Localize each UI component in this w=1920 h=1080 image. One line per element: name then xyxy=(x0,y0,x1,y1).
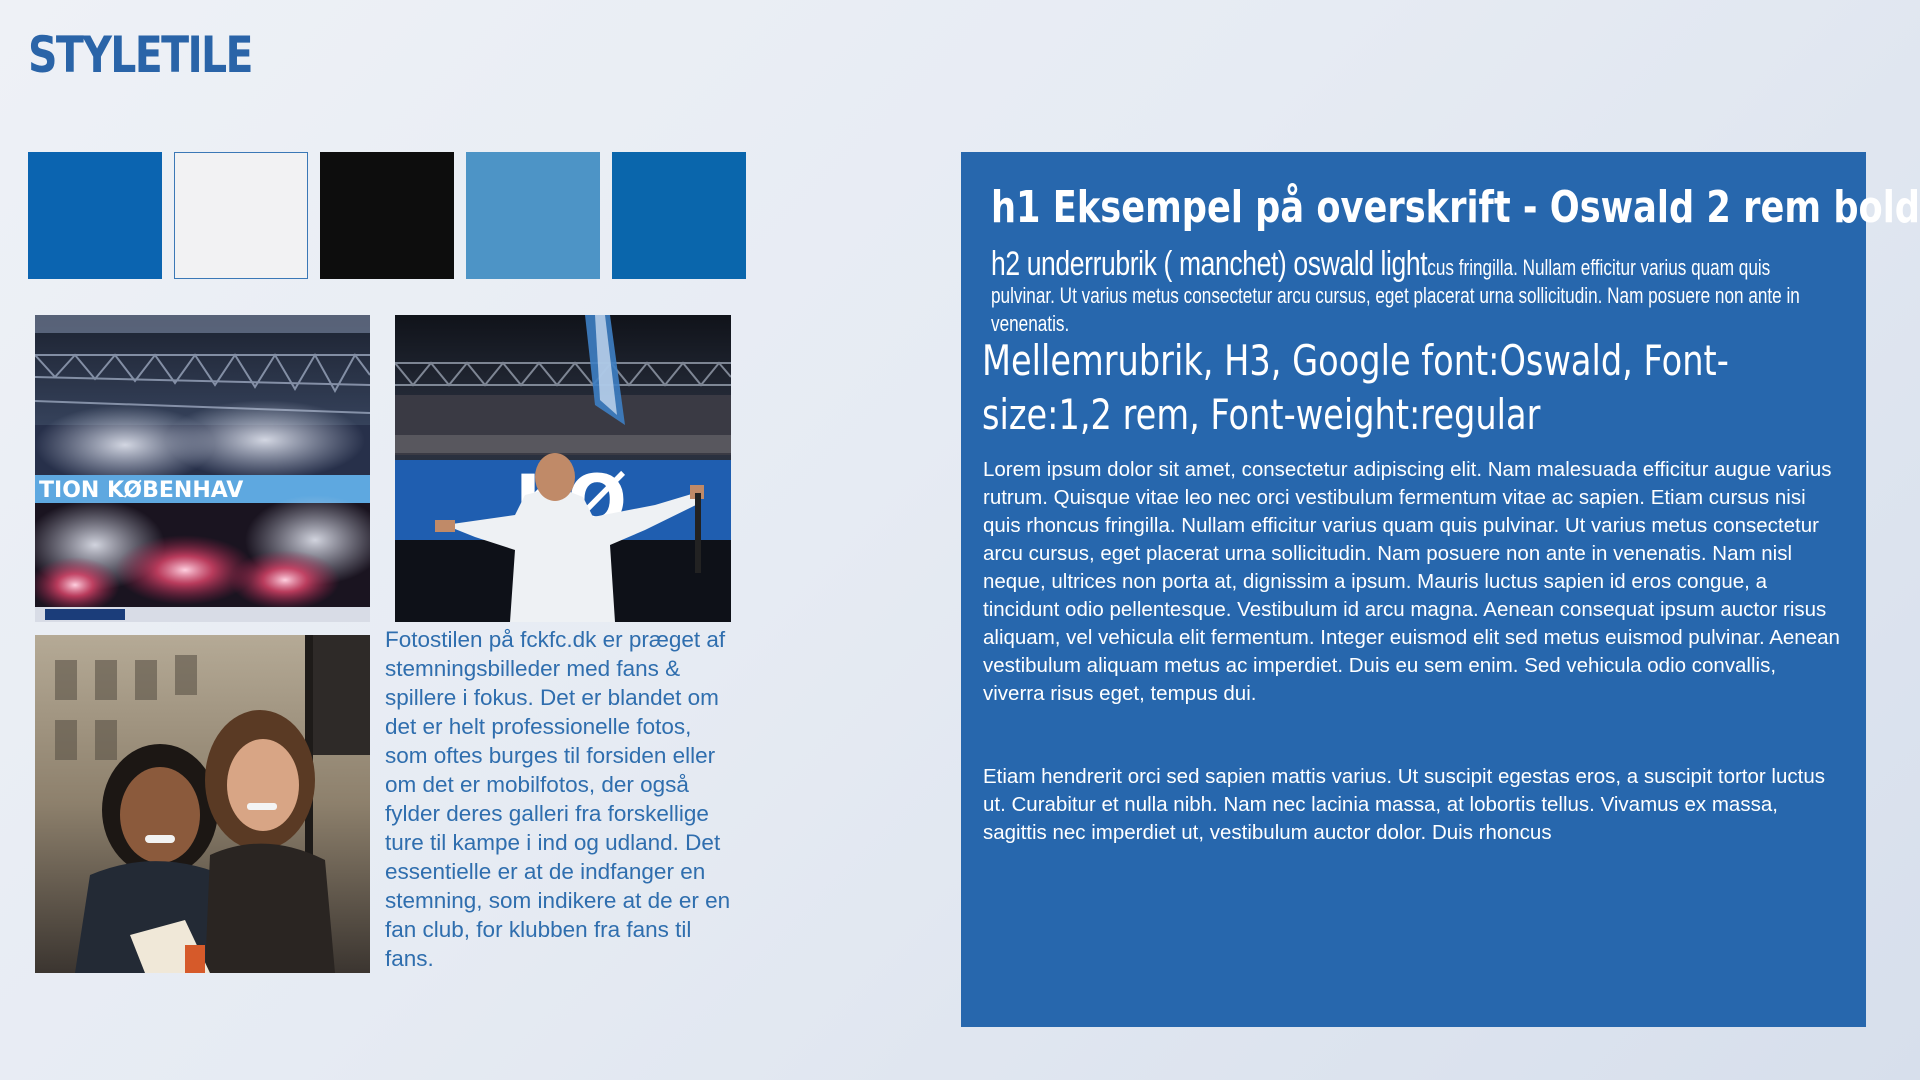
photo-style-description: Fotostilen på fckfc.dk er præget af stem… xyxy=(385,627,731,971)
color-palette xyxy=(28,152,746,279)
fans-selfie-photo xyxy=(35,635,370,973)
swatch-black xyxy=(320,152,454,279)
h1-sample-heading: h1 Eksempel på overskrift - Oswald 2 rem… xyxy=(991,182,1920,233)
swatch-off-white xyxy=(174,152,308,279)
swatch-deep-blue xyxy=(612,152,746,279)
h2-lead-text: h2 underrubrik ( manchet) oswald light xyxy=(991,245,1428,283)
typography-panel: h1 Eksempel på overskrift - Oswald 2 rem… xyxy=(961,152,1920,1027)
stadium-flares-photo: TION KØBENHAV xyxy=(35,315,370,622)
h3-sample-heading: Mellemrubrik, H3, Google font:Oswald, Fo… xyxy=(982,336,1729,439)
body-paragraph-1: Lorem ipsum dolor sit amet, consectetur … xyxy=(983,458,1840,705)
photo1-banner-text: TION KØBENHAV xyxy=(39,478,243,503)
page-title: STYLETILE xyxy=(28,26,254,84)
body-paragraph-2: Etiam hendrerit orci sed sapien mattis v… xyxy=(983,765,1825,844)
swatch-primary-blue xyxy=(28,152,162,279)
fan-banner-photo: KØ xyxy=(395,315,731,622)
swatch-light-blue xyxy=(466,152,600,279)
h2-sample-subheading: h2 underrubrik ( manchet) oswald lightcu… xyxy=(991,247,1833,338)
